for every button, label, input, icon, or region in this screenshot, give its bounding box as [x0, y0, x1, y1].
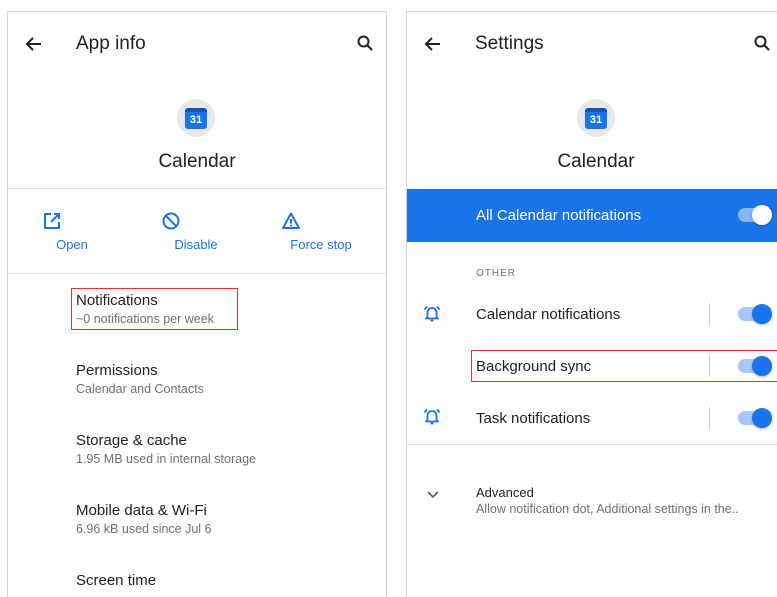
- divider: [407, 444, 777, 445]
- list-item-subtitle: 1.95 MB used in internal storage: [76, 452, 256, 466]
- force-stop-button[interactable]: Force stop: [281, 211, 361, 252]
- back-arrow-icon[interactable]: [24, 34, 44, 54]
- disable-label: Disable: [174, 237, 218, 252]
- list-item-subtitle: Calendar and Contacts: [76, 382, 204, 396]
- alarm-bell-icon: [422, 406, 442, 426]
- task-notifications-label: Task notifications: [476, 410, 591, 427]
- app-name: Calendar: [158, 151, 236, 172]
- calendar-notifications-toggle[interactable]: [736, 304, 772, 324]
- advanced-title: Advanced: [476, 485, 534, 500]
- open-label: Open: [56, 237, 88, 252]
- disable-icon: [161, 211, 231, 231]
- search-icon[interactable]: [753, 34, 771, 52]
- divider: [709, 303, 710, 325]
- all-notifications-row[interactable]: All Calendar notifications: [407, 189, 777, 242]
- app-name: Calendar: [557, 151, 635, 172]
- back-arrow-icon[interactable]: [423, 34, 443, 54]
- background-sync-highlight-box: [471, 350, 777, 382]
- open-external-icon: [42, 211, 102, 231]
- advanced-text: Advanced Allow notification dot, Additio…: [476, 485, 739, 516]
- force-stop-label: Force stop: [290, 237, 352, 252]
- calendar-notifications-label: Calendar notifications: [476, 306, 621, 323]
- storage-cache-item[interactable]: Storage & cache 1.95 MB used in internal…: [76, 432, 256, 466]
- list-item-subtitle: 6.96 kB used since Jul 6: [76, 522, 212, 536]
- alarm-bell-icon: [422, 303, 442, 323]
- open-button[interactable]: Open: [42, 211, 102, 252]
- advanced-subtitle: Allow notification dot, Additional setti…: [476, 502, 739, 516]
- list-item-title: Mobile data & Wi-Fi: [76, 502, 207, 519]
- list-item-title: Storage & cache: [76, 432, 187, 449]
- task-notifications-toggle[interactable]: [736, 408, 772, 428]
- notifications-highlight-box: [71, 288, 238, 330]
- page-title: App info: [76, 33, 146, 54]
- calendar-app-icon: 31: [177, 99, 215, 137]
- divider: [8, 273, 386, 274]
- page-title: Settings: [475, 33, 544, 54]
- all-notifications-toggle[interactable]: [736, 205, 772, 225]
- mobile-data-wifi-item[interactable]: Mobile data & Wi-Fi 6.96 kB used since J…: [76, 502, 212, 536]
- notification-settings-screen: Settings 31 Calendar All Calendar notifi…: [406, 11, 777, 597]
- list-item-title: Screen time: [76, 572, 157, 589]
- divider: [709, 407, 710, 429]
- screen-time-item[interactable]: Screen time: [76, 572, 156, 589]
- app-info-screen: App info 31 Calendar Open Disable Force …: [7, 11, 387, 597]
- search-icon[interactable]: [356, 34, 374, 52]
- advanced-item[interactable]: Advanced Allow notification dot, Additio…: [407, 474, 777, 524]
- divider: [8, 188, 386, 189]
- disable-button[interactable]: Disable: [161, 211, 231, 252]
- calendar-app-icon: 31: [577, 99, 615, 137]
- all-notifications-label: All Calendar notifications: [476, 207, 642, 224]
- list-item-title: Permissions: [76, 362, 158, 379]
- section-label: OTHER: [476, 268, 516, 279]
- permissions-item[interactable]: Permissions Calendar and Contacts: [76, 362, 204, 396]
- warning-icon: [281, 211, 361, 231]
- chevron-down-icon: [426, 490, 440, 500]
